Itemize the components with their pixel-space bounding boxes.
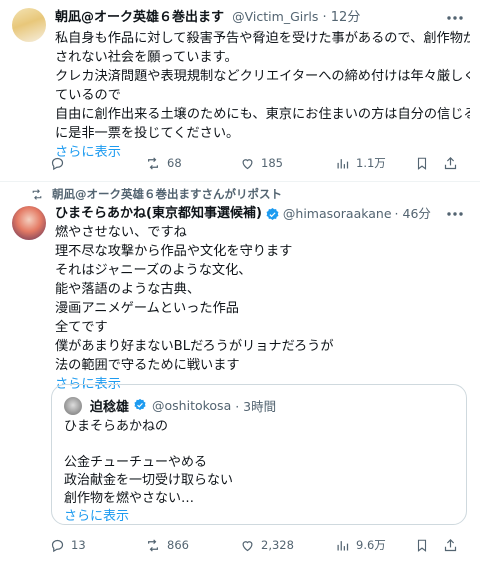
views-count: 1.1万 [356,156,386,170]
like-button[interactable]: 185 [240,156,335,171]
repost-icon [145,538,161,553]
bookmark-button[interactable] [415,538,443,553]
post-text-line: 私自身も作品に対して殺害予告や脅迫を受けた事があるので、創作物が燃や [55,31,470,46]
handle: @oshitokosa [152,398,232,413]
post-text-line: 法の範囲で守るために戦います [55,358,240,373]
repost-count: 68 [167,156,182,170]
reply-button[interactable]: 13 [50,538,145,553]
more-options-icon[interactable] [444,10,466,26]
quoted-text-line: ひまそらあかねの [64,419,169,434]
repost-icon [145,156,161,171]
display-name[interactable]: ひまそらあかね(東京都知事選候補) [55,206,262,222]
post-text-line: それはジャニーズのような文化、 [55,263,252,278]
post-text-line: 燃やさせない、ですね [55,225,187,240]
avatar[interactable] [12,206,46,240]
verified-badge-icon [265,207,280,222]
share-button[interactable] [443,538,458,553]
timestamp[interactable]: · 46分 [395,206,431,222]
share-icon [443,538,458,553]
quoted-text-line: 政治献金を一切受け取らない [64,473,234,488]
heart-icon [240,538,255,553]
verified-badge-icon [133,398,148,413]
post-text-line: 自由に創作出来る土壌のためにも、東京にお住まいの方は自分の信じる候補 [55,107,470,122]
post-text-line: 全てです [55,320,108,335]
repost-button[interactable]: 866 [145,538,240,553]
quoted-text-line: 創作物を燃やさない… [64,491,195,506]
share-icon [443,156,458,171]
repost-count: 866 [167,538,189,552]
post-text: 燃やさせない、ですね 理不尽な攻撃から作品や文化を守ります それはジャニーズのよ… [55,223,470,394]
repost-icon [30,188,44,201]
post-text: 私自身も作品に対して殺害予告や脅迫を受けた事があるので、創作物が燃や されない社… [55,29,470,162]
avatar[interactable] [12,8,46,42]
post-2: ひまそらあかね(東京都知事選候補) @himasoraakane · 46分 燃… [0,200,480,569]
reply-button[interactable] [50,156,145,171]
post-text-line: に是非一票を投じてください。 [55,126,240,141]
reply-count: 13 [71,538,86,552]
views-button[interactable]: 1.1万 [335,155,415,171]
more-options-icon[interactable] [444,206,466,222]
post-header: 朝凪@オーク英雄６巻出ます @Victim_Girls · 12分 [55,9,360,26]
show-more-link[interactable]: さらに表示 [64,508,233,526]
bookmark-icon [415,156,429,171]
post-text-line: 漫画アニメゲームといった作品 [55,301,239,316]
views-count: 9.6万 [356,538,386,552]
quoted-text-line: 公金チューチューやめる [64,455,208,470]
bookmark-icon [415,538,429,553]
handle[interactable]: @himasoraakane [283,206,392,222]
action-bar: 13 866 2,328 9.6万 [50,535,470,555]
quoted-post-header: 迫稔雄 @oshitokosa · 3時間 [64,396,276,415]
post-text-line: 理不尽な攻撃から作品や文化を守ります [55,244,293,259]
handle[interactable]: @Victim_Girls [232,9,318,24]
share-button[interactable] [443,156,458,171]
quoted-post-text: ひまそらあかねの 公金チューチューやめる 政治献金を一切受け取らない 創作物を燃… [64,418,233,526]
bookmark-button[interactable] [415,156,443,171]
like-count: 185 [261,156,283,170]
timestamp[interactable]: · 12分 [323,10,361,25]
views-button[interactable]: 9.6万 [335,537,415,553]
post-text-line: 能や落語のような古典、 [55,282,201,297]
post-header: ひまそらあかね(東京都知事選候補) @himasoraakane · 46分 [55,206,431,222]
heart-icon [240,156,255,171]
post-text-line: されない社会を願っています。 [55,50,238,65]
quoted-post[interactable]: 迫稔雄 @oshitokosa · 3時間 ひまそらあかねの 公金チューチューや… [51,384,467,525]
views-icon [335,538,350,553]
views-icon [335,156,350,171]
reply-icon [50,156,65,171]
action-bar: 68 185 1.1万 [50,153,470,173]
display-name[interactable]: 朝凪@オーク英雄６巻出ます [55,10,224,25]
post-text-line: クレカ決済問題や表現規制などクリエイターへの締め付けは年々厳しくなっ [55,69,470,84]
repost-button[interactable]: 68 [145,156,240,171]
timestamp: · 3時間 [235,399,277,414]
post-1: 朝凪@オーク英雄６巻出ます @Victim_Girls · 12分 私自身も作品… [0,0,480,182]
quoted-text-line [64,436,233,454]
reply-icon [50,538,65,553]
like-count: 2,328 [261,538,294,552]
display-name: 迫稔雄 [90,400,130,415]
avatar [64,396,82,415]
post-text-line: ているので [55,88,121,103]
post-text-line: 僕があまり好まないBLだろうがリョナだろうが [55,339,334,354]
like-button[interactable]: 2,328 [240,538,335,553]
